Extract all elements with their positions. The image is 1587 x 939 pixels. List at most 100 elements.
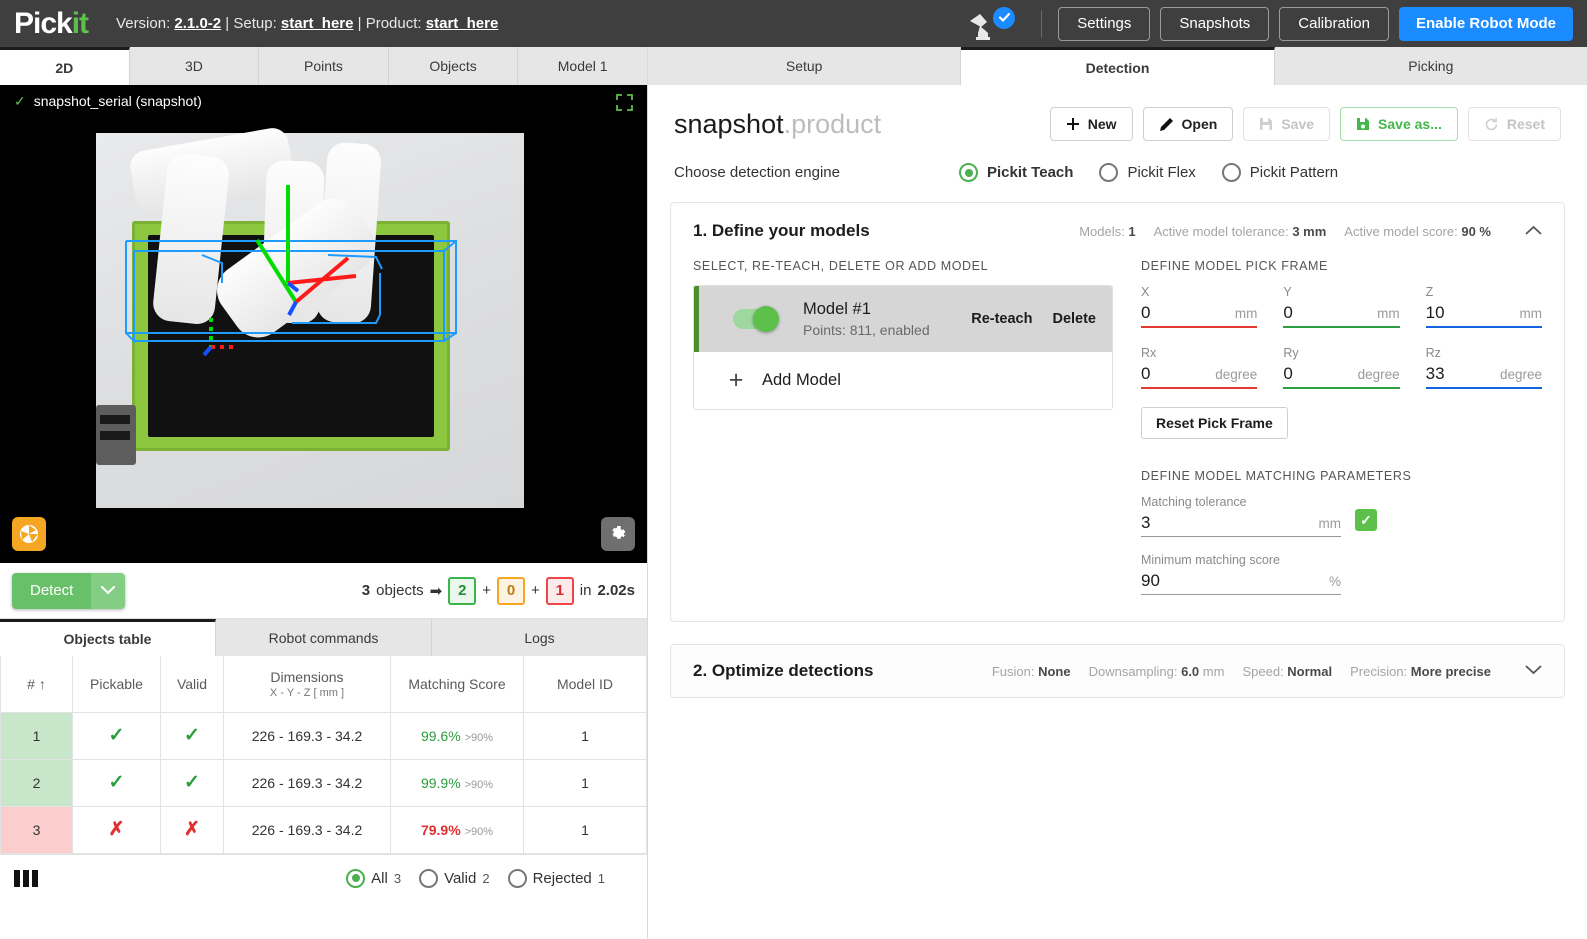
- field-y: Y 0 mm: [1283, 285, 1400, 328]
- detect-button-label[interactable]: Detect: [12, 572, 92, 609]
- chevron-down-icon[interactable]: [1525, 662, 1542, 680]
- tab-model-1[interactable]: Model 1: [518, 47, 647, 85]
- setup-value[interactable]: start_here: [281, 15, 354, 32]
- field-rx-input[interactable]: 0 degree: [1141, 364, 1258, 389]
- engine-option-pickit-teach[interactable]: Pickit Teach: [959, 163, 1073, 182]
- filter-all[interactable]: All 3: [346, 868, 401, 888]
- field-x-input[interactable]: 0 mm: [1141, 303, 1258, 328]
- capture-snapshot-button[interactable]: [12, 517, 46, 551]
- engine-pattern-radio[interactable]: [1221, 163, 1241, 182]
- tab-setup[interactable]: Setup: [648, 47, 962, 85]
- tab-logs[interactable]: Logs: [432, 619, 647, 656]
- models-caption: SELECT, RE-TEACH, DELETE OR ADD MODEL: [693, 259, 989, 273]
- table-row[interactable]: 3 ✗ ✗ 226 - 169.3 - 34.2 79.9% >90% 1: [0, 805, 647, 854]
- pick-frame-fields: X 0 mm Y 0 mm Z 10 mm Rx 0 degree Ry 0 d…: [1141, 285, 1542, 389]
- product-value[interactable]: start_here: [426, 15, 499, 32]
- field-rz-unit: degree: [1499, 367, 1542, 382]
- model-name: Model #1: [803, 300, 871, 318]
- field-ry-value: 0: [1283, 364, 1293, 383]
- engine-flex-radio[interactable]: [1099, 163, 1119, 182]
- reset-pick-frame-button[interactable]: Reset Pick Frame: [1141, 407, 1288, 439]
- row-dimensions: 226 - 169.3 - 34.2: [223, 805, 391, 854]
- tab-objects-table[interactable]: Objects table: [0, 619, 216, 656]
- table-row[interactable]: 1 ✓ ✓ 226 - 169.3 - 34.2 99.6% >90% 1: [0, 711, 647, 760]
- field-z-input[interactable]: 10 mm: [1425, 303, 1542, 328]
- filter-rejected[interactable]: Rejected 1: [507, 868, 605, 888]
- plus-icon: +: [728, 366, 744, 394]
- field-ry-label: Ry: [1283, 346, 1299, 360]
- camera-view[interactable]: ✓ snapshot_serial (snapshot): [0, 85, 647, 563]
- product-actions: New Open Save Save as... Reset: [1049, 107, 1561, 141]
- detection-engine-selector: Choose detection engine Pickit Teach Pic…: [648, 155, 1587, 202]
- field-ry-input[interactable]: 0 degree: [1283, 364, 1400, 389]
- open-button[interactable]: Open: [1142, 107, 1234, 141]
- field-y-input[interactable]: 0 mm: [1283, 303, 1400, 328]
- matching-tolerance-input[interactable]: 3 mm: [1141, 513, 1341, 537]
- matching-tolerance-field: Matching tolerance 3 mm ✓: [1141, 495, 1377, 537]
- col-dimensions: Dimensions X - Y - Z [ mm ]: [223, 656, 391, 713]
- new-button[interactable]: New: [1049, 107, 1133, 141]
- fullscreen-icon[interactable]: [616, 94, 633, 116]
- tab-robot-commands[interactable]: Robot commands: [216, 619, 432, 656]
- tab-3d[interactable]: 3D: [129, 47, 260, 85]
- setup-label: Setup:: [233, 15, 277, 32]
- field-rz-input[interactable]: 33 degree: [1425, 364, 1542, 389]
- version-value[interactable]: 2.1.0-2: [174, 15, 221, 32]
- robot-connection-status[interactable]: [967, 6, 1016, 41]
- engine-teach-radio[interactable]: [959, 163, 978, 182]
- snapshots-button[interactable]: Snapshots: [1160, 6, 1270, 41]
- check-icon[interactable]: ✓: [1355, 509, 1377, 531]
- filter-valid[interactable]: Valid 2: [419, 868, 490, 888]
- engine-option-pickit-flex[interactable]: Pickit Flex: [1099, 163, 1196, 182]
- settings-button[interactable]: Settings: [1058, 6, 1151, 41]
- meta-downsampling: Downsampling: 6.0 mm: [1088, 663, 1225, 679]
- engine-option-pickit-pattern[interactable]: Pickit Pattern: [1221, 163, 1338, 182]
- tab-picking[interactable]: Picking: [1274, 47, 1587, 85]
- detection-summary: 3 objects ➡ 2 + 0 + 1 in 2.02s: [362, 576, 635, 605]
- minimum-score-input[interactable]: 90 %: [1141, 571, 1341, 595]
- reset-button[interactable]: Reset: [1467, 107, 1561, 141]
- col-pickable: Pickable: [72, 656, 161, 713]
- tab-detection[interactable]: Detection: [961, 47, 1275, 85]
- camera-status-icon: ✓: [14, 92, 26, 109]
- chevron-down-icon: [101, 586, 116, 595]
- tab-objects[interactable]: Objects: [388, 47, 519, 85]
- tab-points[interactable]: Points: [259, 47, 389, 85]
- enable-robot-mode-button[interactable]: Enable Robot Mode: [1399, 6, 1573, 41]
- col-index[interactable]: # ↑: [0, 656, 73, 713]
- pickable-cross-icon: ✗: [108, 819, 125, 840]
- logo-accent: it: [71, 6, 89, 40]
- row-pickable: ✗: [72, 805, 161, 854]
- filter-valid-radio[interactable]: [419, 868, 439, 888]
- add-model-button[interactable]: + Add Model: [694, 352, 1112, 409]
- re-teach-button[interactable]: Re-teach: [971, 311, 1032, 327]
- camera-header: ✓ snapshot_serial (snapshot): [0, 85, 647, 117]
- model-list-item[interactable]: Model #1 Points: 811, enabled Re-teach D…: [694, 286, 1112, 352]
- valid-cross-icon: ✗: [184, 819, 200, 840]
- filter-rejected-radio[interactable]: [507, 868, 527, 888]
- optimize-detections-card[interactable]: 2. Optimize detections Fusion: None Down…: [670, 644, 1565, 698]
- chevron-up-icon[interactable]: [1525, 222, 1542, 240]
- save-button[interactable]: Save: [1243, 107, 1331, 141]
- columns-icon[interactable]: [14, 869, 38, 887]
- detect-button[interactable]: Detect: [12, 572, 126, 609]
- table-row[interactable]: 2 ✓ ✓ 226 - 169.3 - 34.2 99.9% >90% 1: [0, 758, 647, 807]
- camera-settings-button[interactable]: [601, 517, 635, 551]
- meta-speed: Speed: Normal: [1242, 663, 1333, 679]
- product-extension: .product: [783, 108, 882, 139]
- row-index: 2: [0, 758, 73, 807]
- row-score: 79.9% >90%: [390, 805, 524, 854]
- calibration-button[interactable]: Calibration: [1279, 6, 1389, 41]
- delete-model-button[interactable]: Delete: [1052, 311, 1096, 327]
- detect-dropdown-toggle[interactable]: [91, 572, 126, 609]
- model-actions: Re-teach Delete: [971, 311, 1096, 327]
- col-model-id: Model ID: [523, 656, 647, 713]
- save-as-button[interactable]: Save as...: [1340, 107, 1458, 141]
- filter-all-radio[interactable]: [346, 868, 366, 888]
- col-index-label: #: [27, 675, 35, 692]
- model-enable-toggle[interactable]: [733, 306, 779, 332]
- tab-2d[interactable]: 2D: [0, 47, 130, 85]
- field-rz-label: Rz: [1425, 346, 1441, 360]
- row-index: 3: [0, 805, 73, 854]
- plus-1: +: [482, 582, 491, 599]
